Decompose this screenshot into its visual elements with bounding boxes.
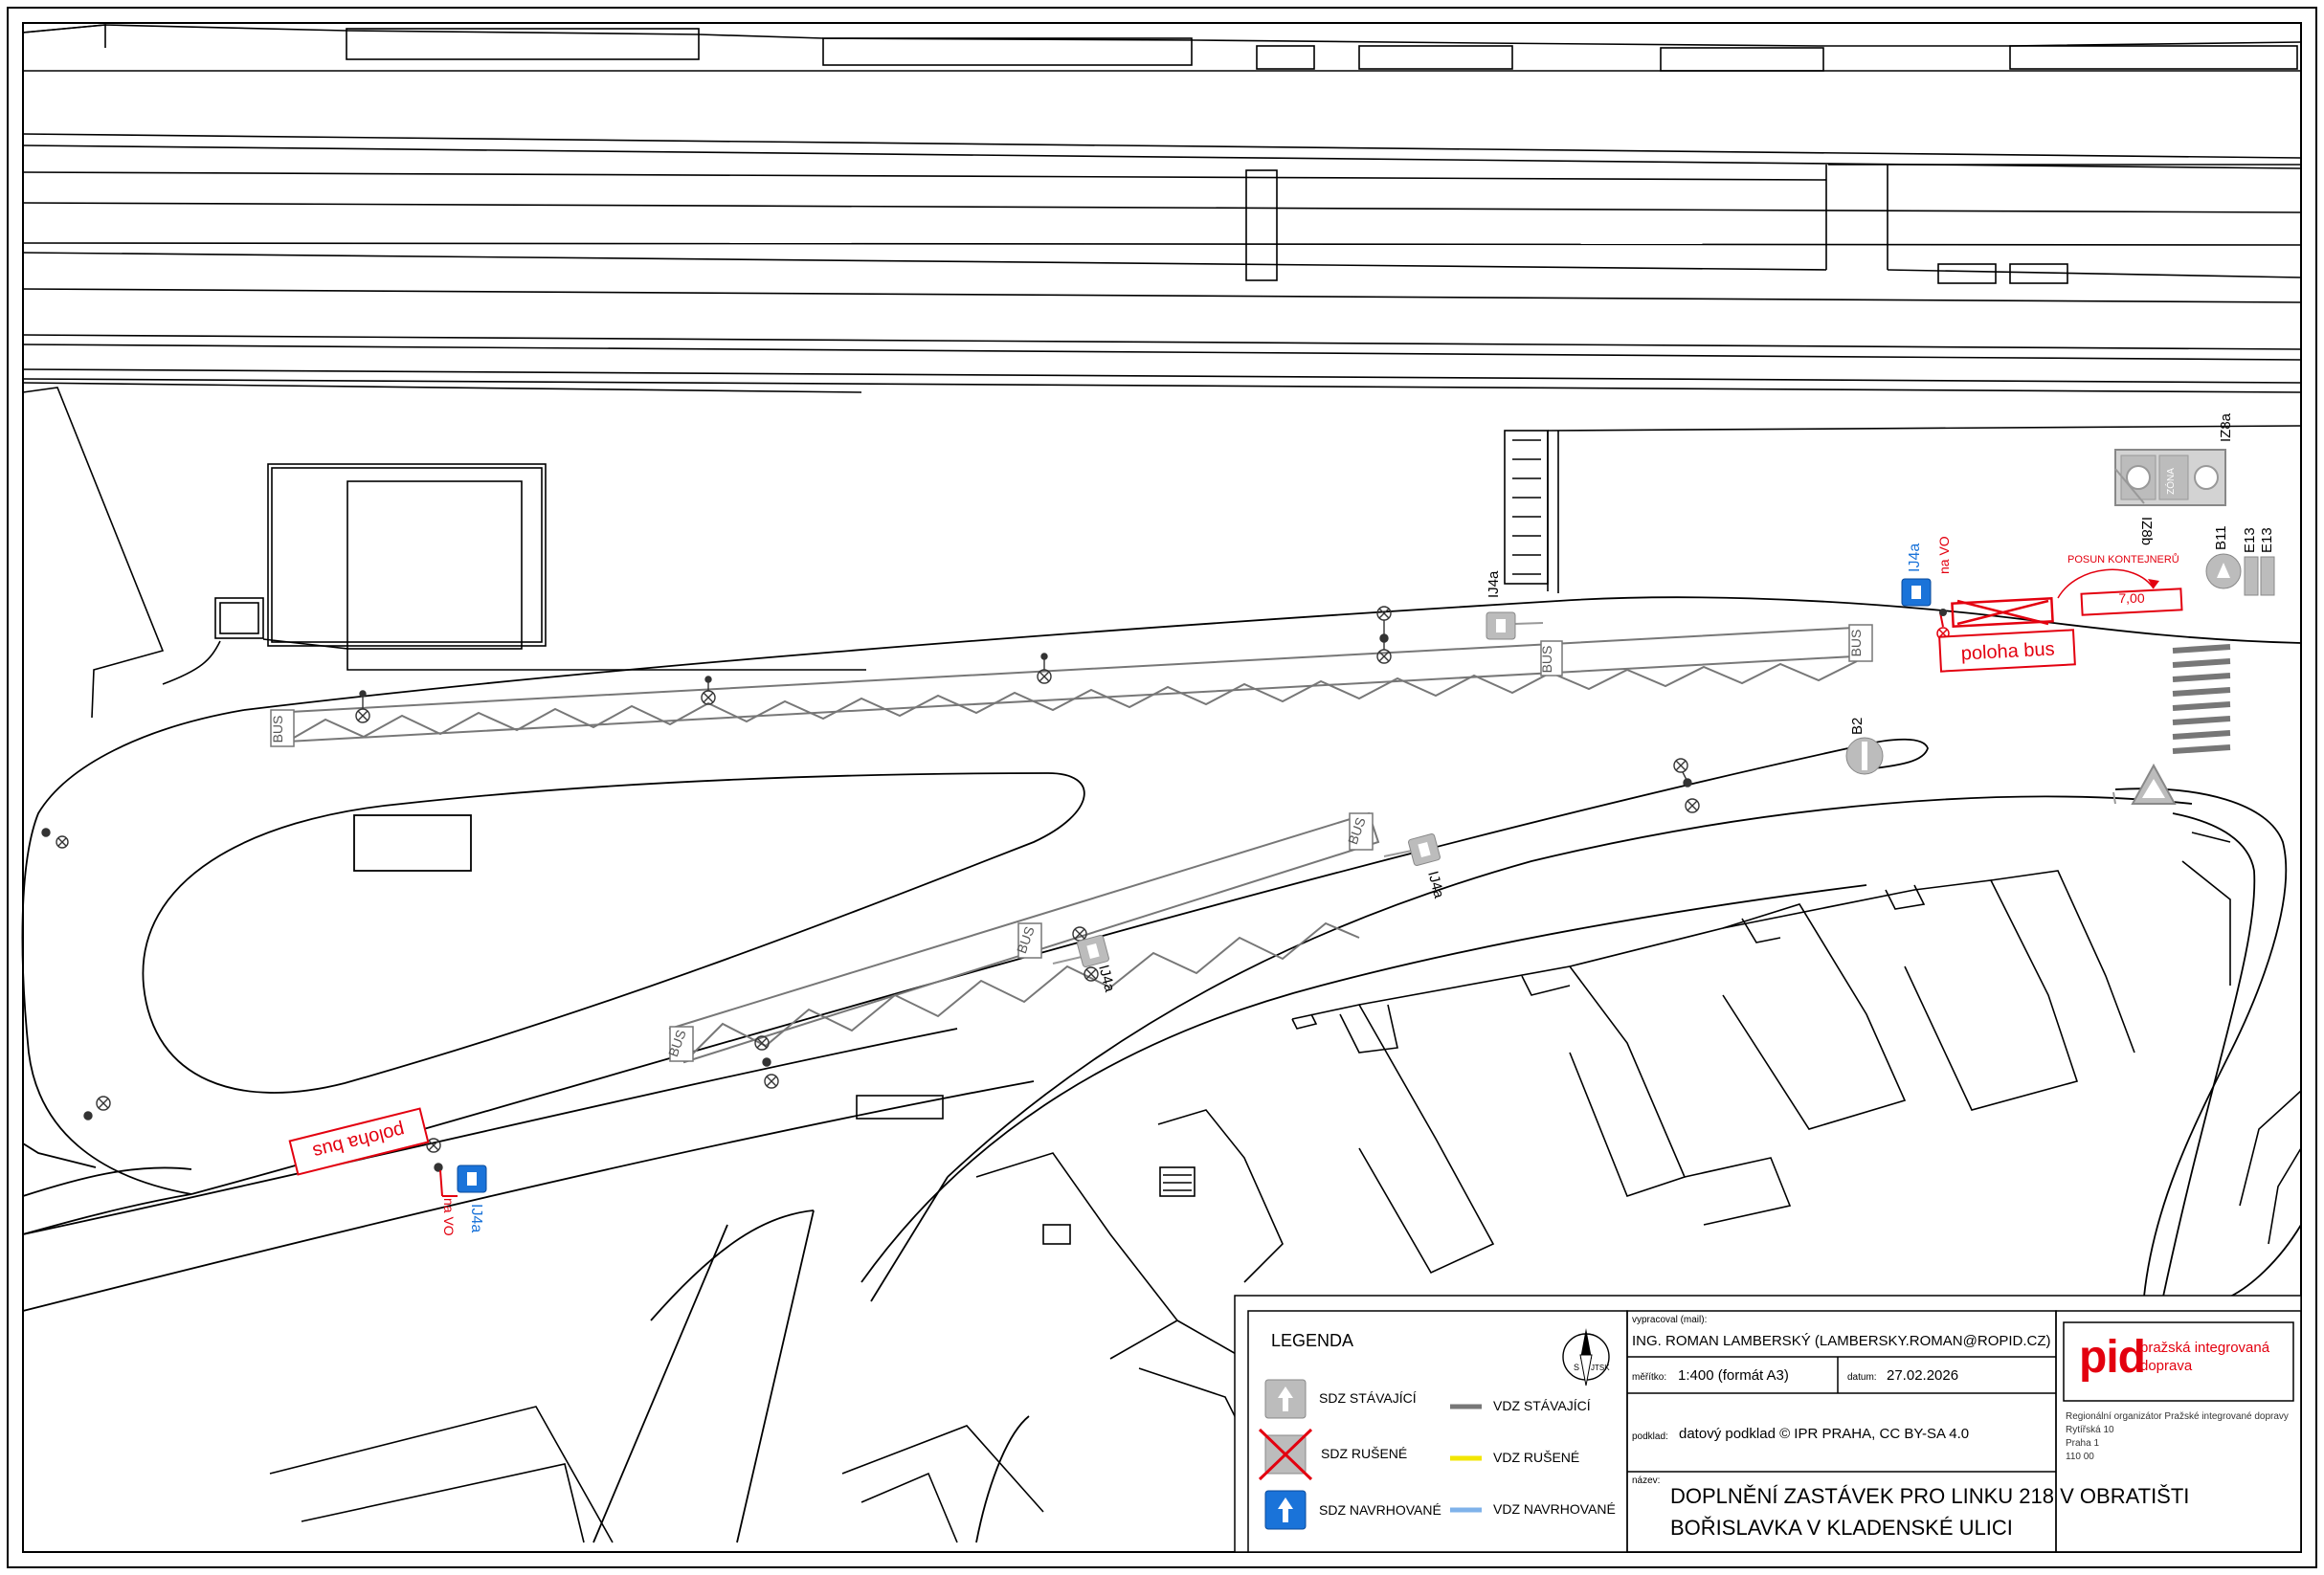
proposed-ij4a-sign-west: IJ4a na VO (439, 1165, 487, 1236)
proposed-ij4a-sign-east: IJ4a na VO (1901, 536, 1952, 640)
top-buildings (22, 24, 2302, 72)
existing-signs: IJ4a IJ4a IJ4a B2 ZÓNA IZ8a IZ8b B11 E13… (1052, 412, 2275, 994)
legend-sdz-removed-icon (1258, 1428, 1313, 1481)
existing-b2-sign: B2 (1845, 718, 1884, 775)
na-vo-label: na VO (441, 1198, 457, 1236)
bus-bays (270, 625, 1872, 1064)
existing-ij4a-sign: IJ4a (1052, 935, 1118, 994)
date: 27.02.2026 (1887, 1367, 1959, 1384)
existing-zone-signs: ZÓNA IZ8a IZ8b (2114, 412, 2234, 545)
street-lamp-icon (41, 828, 69, 849)
org-line2: Rytířská 10 (2066, 1425, 2114, 1435)
b2-label: B2 (1849, 718, 1866, 735)
legend-vdz-proposed: VDZ NAVRHOVANÉ (1493, 1501, 1616, 1517)
north-s: S (1574, 1363, 1579, 1372)
source-label: podklad: (1632, 1431, 1668, 1442)
bus-label: BUS (1848, 630, 1864, 657)
legend-sdz-existing: SDZ STÁVAJÍCÍ (1319, 1390, 1417, 1406)
drawing-title-line2: BOŘISLAVKA V KLADENSKÉ ULICI (1670, 1516, 2013, 1540)
ij4a-label: IJ4a (1486, 570, 1502, 598)
bus-bay-markings: BUS BUS BUS BUS BUS BUS (270, 624, 1873, 1062)
street-lamps (41, 606, 1700, 1172)
rail-corridor (22, 133, 2302, 393)
proposed-changes: IJ4a na VO 7,00 POSUN KONTEJNERŮ poloha … (288, 536, 2183, 1236)
street-lamp-icon (1037, 653, 1052, 684)
proposed-ij4a-label: IJ4a (1907, 543, 1923, 572)
zona-label: ZÓNA (2164, 468, 2177, 495)
proposed-bus-position-west: poloha bus (288, 1107, 430, 1176)
na-vo-label: na VO (1936, 536, 1952, 574)
iz8a-label: IZ8a (2218, 412, 2234, 442)
ij4a-label: IJ4a (1095, 964, 1118, 994)
bus-label: BUS (1539, 646, 1554, 674)
ij4a-label: IJ4a (1424, 870, 1447, 900)
legend-sdz-proposed-icon (1264, 1490, 1307, 1530)
org-line4: 110 00 (2066, 1452, 2094, 1462)
street-lamp-icon (1673, 758, 1700, 813)
pid-logo-sub1: pražská integrovaná (2140, 1340, 2270, 1356)
legend-vdz-removed: VDZ RUŠENÉ (1493, 1450, 1580, 1465)
posun-label: POSUN KONTEJNERŮ (2067, 553, 2179, 566)
dimension-label: 7,00 (2118, 590, 2144, 606)
org-line1: Regionální organizátor Pražské integrova… (2066, 1411, 2289, 1422)
b11-label: B11 (2213, 525, 2229, 550)
author: ING. ROMAN LAMBERSKÝ (LAMBERSKY.ROMAN@RO… (1632, 1333, 2051, 1349)
iz8b-label: IZ8b (2138, 517, 2155, 545)
legend-sdz-existing-icon (1264, 1379, 1307, 1419)
street-lamp-icon (1376, 606, 1392, 664)
existing-b11-e13-signs: B11 E13 E13 (2205, 525, 2275, 596)
author-label: vypracoval (mail): (1632, 1315, 1708, 1325)
legend-sdz-removed: SDZ RUŠENÉ (1321, 1446, 1408, 1461)
pid-logo: pid (2079, 1332, 2146, 1383)
proposed-bus-position-east: poloha bus (1938, 629, 2076, 673)
legend-sdz-proposed: SDZ NAVRHOVANÉ (1319, 1502, 1441, 1518)
existing-ij4a-sign: IJ4a (1383, 833, 1447, 900)
drawing-title-line1: DOPLNĚNÍ ZASTÁVEK PRO LINKU 218 V OBRATI… (1670, 1484, 2190, 1508)
legend-vdz-existing: VDZ STÁVAJÍCÍ (1493, 1398, 1591, 1413)
bus-label: BUS (270, 716, 285, 743)
legend-title: LEGENDA (1271, 1331, 1354, 1350)
org-line3: Praha 1 (2066, 1438, 2100, 1449)
e13-label: E13 (2242, 527, 2258, 553)
scale-label: měřítko: (1632, 1372, 1667, 1383)
scale: 1:400 (formát A3) (1678, 1367, 1789, 1384)
source: datový podklad © IPR PRAHA, CC BY-SA 4.0 (1679, 1426, 1970, 1442)
new-container-position: 7,00 POSUN KONTEJNERŮ (2057, 553, 2183, 616)
proposed-ij4a-label: IJ4a (468, 1204, 484, 1232)
date-label: datum: (1847, 1372, 1877, 1383)
name-label: název: (1632, 1475, 1661, 1486)
pid-logo-sub2: doprava (2140, 1358, 2193, 1374)
north-jtsk: JTSK (1591, 1364, 1610, 1372)
east-buildings (2181, 832, 2302, 1245)
street-lamp-icon (83, 1096, 111, 1120)
pedestrian-crossing (2172, 644, 2231, 754)
e13-label: E13 (2259, 527, 2275, 553)
